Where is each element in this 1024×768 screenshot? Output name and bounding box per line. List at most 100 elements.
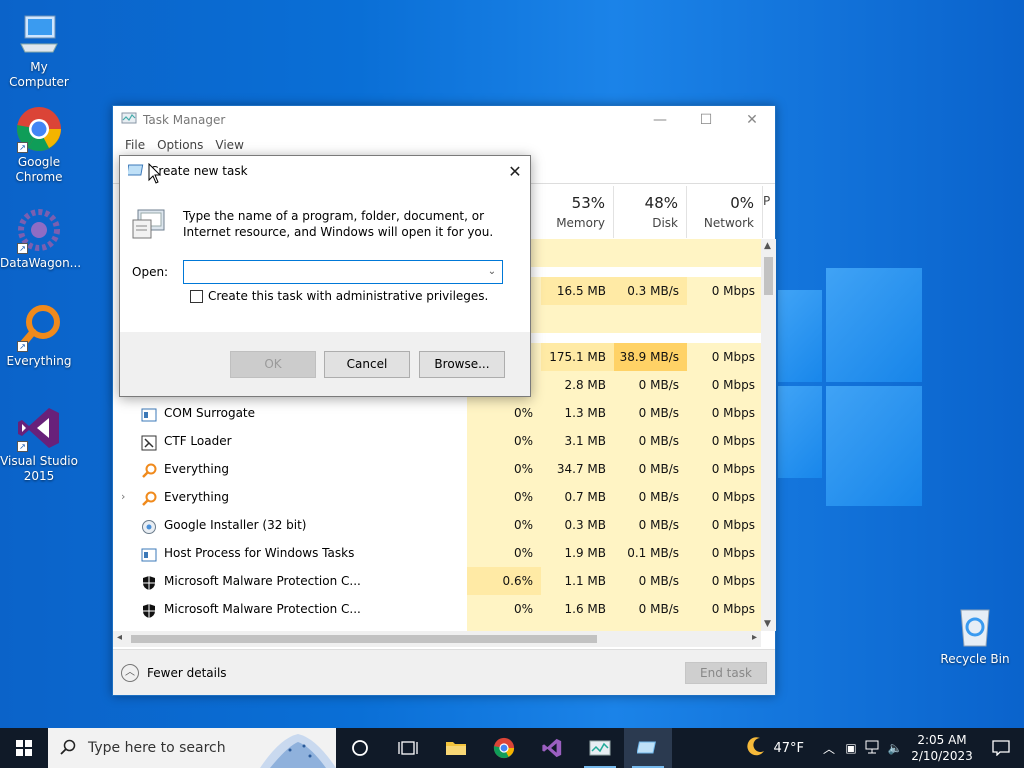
table-row[interactable]: Host Process for Windows Tasks 0% 1.9 MB… [113,539,763,567]
fewer-details-button[interactable]: ︿ Fewer details [121,664,227,682]
tablet-icon[interactable]: ▣ [840,741,862,755]
ctf-loader-icon [141,433,157,451]
disk-percent: 48% [644,194,678,212]
table-row[interactable]: CTF Loader 0% 3.1 MB 0 MB/s 0 Mbps [113,427,763,455]
table-row[interactable]: › Everything 0% 0.7 MB 0 MB/s 0 Mbps [113,483,763,511]
table-row[interactable]: Google Installer (32 bit) 0% 0.3 MB 0 MB… [113,511,763,539]
taskbar-file-explorer[interactable] [432,728,480,768]
column-disk[interactable]: 48% Disk [614,186,687,238]
browse-button[interactable]: Browse... [419,351,505,378]
dialog-button-bar: OK Cancel Browse... [120,332,530,396]
process-name: Microsoft Malware Protection C... [164,574,361,588]
scroll-thumb[interactable] [131,635,597,643]
desktop-icon-my-computer[interactable]: My Computer [0,10,78,90]
chevron-down-icon[interactable]: ⌄ [484,264,500,280]
cortana-icon [352,740,368,756]
end-task-button[interactable]: End task [685,662,767,684]
checkbox-box[interactable] [190,289,203,303]
taskbar-search-box[interactable]: Type here to search [48,728,336,768]
task-manager-menubar: File Options View [113,134,775,156]
datawagon-icon: ↗ [15,206,63,254]
action-center-button[interactable] [978,740,1024,756]
dialog-titlebar[interactable]: Create new task ✕ [120,156,530,186]
run-icon [637,741,656,754]
vertical-scrollbar[interactable]: ▲ ▼ [761,239,776,631]
taskbar-visual-studio[interactable] [528,728,576,768]
menu-options[interactable]: Options [151,138,209,152]
table-row[interactable]: Microsoft Malware Protection C... 0% 1.6… [113,595,763,623]
notification-icon [992,740,1010,756]
admin-privileges-checkbox[interactable]: Create this task with administrative pri… [190,289,488,303]
desktop-icon-datawagon[interactable]: ↗ DataWagon... [0,206,81,271]
clock-date: 2/10/2023 [911,749,973,763]
desktop-icon-label: Visual Studio 2015 [0,454,78,483]
open-combobox[interactable]: ⌄ [183,260,503,284]
everything-search-icon [141,489,157,506]
task-manager-titlebar[interactable]: Task Manager — ☐ ✕ [113,106,775,134]
desktop-icon-label: Google Chrome [15,155,63,184]
chevron-up-icon[interactable]: ︿ [818,740,840,757]
folder-icon [446,742,466,755]
cancel-button[interactable]: Cancel [324,351,410,378]
host-process-icon [141,545,157,562]
task-manager-title: Task Manager [143,113,226,127]
network-icon[interactable] [862,740,884,757]
close-button[interactable]: ✕ [729,106,775,134]
visual-studio-icon: ↗ [15,404,63,452]
system-clock[interactable]: 2:05 AM 2/10/2023 [906,732,978,764]
table-row[interactable]: COM Surrogate 0% 1.3 MB 0 MB/s 0 Mbps [113,399,763,427]
memory-percent: 53% [571,194,605,212]
scroll-left-icon[interactable]: ◂ [117,632,122,643]
column-network[interactable]: 0% Network [687,186,763,238]
process-name: Google Installer (32 bit) [164,518,307,532]
clock-time: 2:05 AM [917,733,967,747]
dialog-close-button[interactable]: ✕ [500,162,530,181]
column-power[interactable]: P [763,186,775,238]
create-new-task-dialog: Create new task ✕ Type the name of a pro… [119,155,531,397]
table-row[interactable]: Microsoft Malware Protection C... 0.6% 1… [113,567,763,595]
system-tray: 47°F ︿ ▣ 🔈 2:05 AM 2/10/2023 [745,728,1024,768]
horizontal-scrollbar[interactable]: ◂ ▸ [113,631,761,647]
volume-icon[interactable]: 🔈 [884,741,906,755]
chevron-right-icon[interactable]: › [121,483,125,511]
task-view-icon [398,741,418,755]
weather-widget[interactable]: 47°F [745,735,804,761]
maximize-button[interactable]: ☐ [683,106,729,134]
desktop-icon-visual-studio[interactable]: ↗ Visual Studio 2015 [0,404,78,484]
taskbar-run-dialog[interactable] [624,728,672,768]
dialog-title: Create new task [150,164,248,178]
search-highlight-image [260,728,336,768]
network-header: Network [703,216,754,230]
scroll-up-icon[interactable]: ▲ [764,241,771,251]
column-memory[interactable]: 53% Memory [541,186,614,238]
cortana-button[interactable] [336,728,384,768]
search-icon [60,739,76,758]
chrome-icon: ↗ [15,105,63,153]
dialog-description: Type the name of a program, folder, docu… [183,209,494,239]
desktop-icon-label: Recycle Bin [940,652,1010,666]
com-surrogate-icon [141,405,157,422]
menu-view[interactable]: View [209,138,249,152]
taskbar-chrome[interactable] [480,728,528,768]
process-name: Everything [164,490,229,504]
menu-file[interactable]: File [119,138,151,152]
process-name: CTF Loader [164,434,232,448]
minimize-button[interactable]: — [637,106,683,134]
ok-button[interactable]: OK [230,351,316,378]
desktop-icon-everything[interactable]: ↗ Everything [0,304,78,369]
scroll-down-icon[interactable]: ▼ [764,619,771,629]
desktop-icon-recycle-bin[interactable]: Recycle Bin [936,602,1014,667]
checkbox-label: Create this task with administrative pri… [208,289,489,303]
open-label: Open: [132,265,169,279]
table-row[interactable]: Everything 0% 34.7 MB 0 MB/s 0 Mbps [113,455,763,483]
taskbar: Type here to search 47°F ︿ ▣ 🔈 2:05 AM 2… [0,728,1024,768]
scroll-right-icon[interactable]: ▸ [752,632,757,643]
open-input[interactable] [184,261,474,283]
task-view-button[interactable] [384,728,432,768]
shield-icon [141,573,157,590]
search-placeholder: Type here to search [88,740,226,756]
desktop-icon-chrome[interactable]: ↗ Google Chrome [0,105,78,185]
start-button[interactable] [0,728,48,768]
taskbar-task-manager[interactable] [576,728,624,768]
scroll-thumb[interactable] [764,257,773,295]
